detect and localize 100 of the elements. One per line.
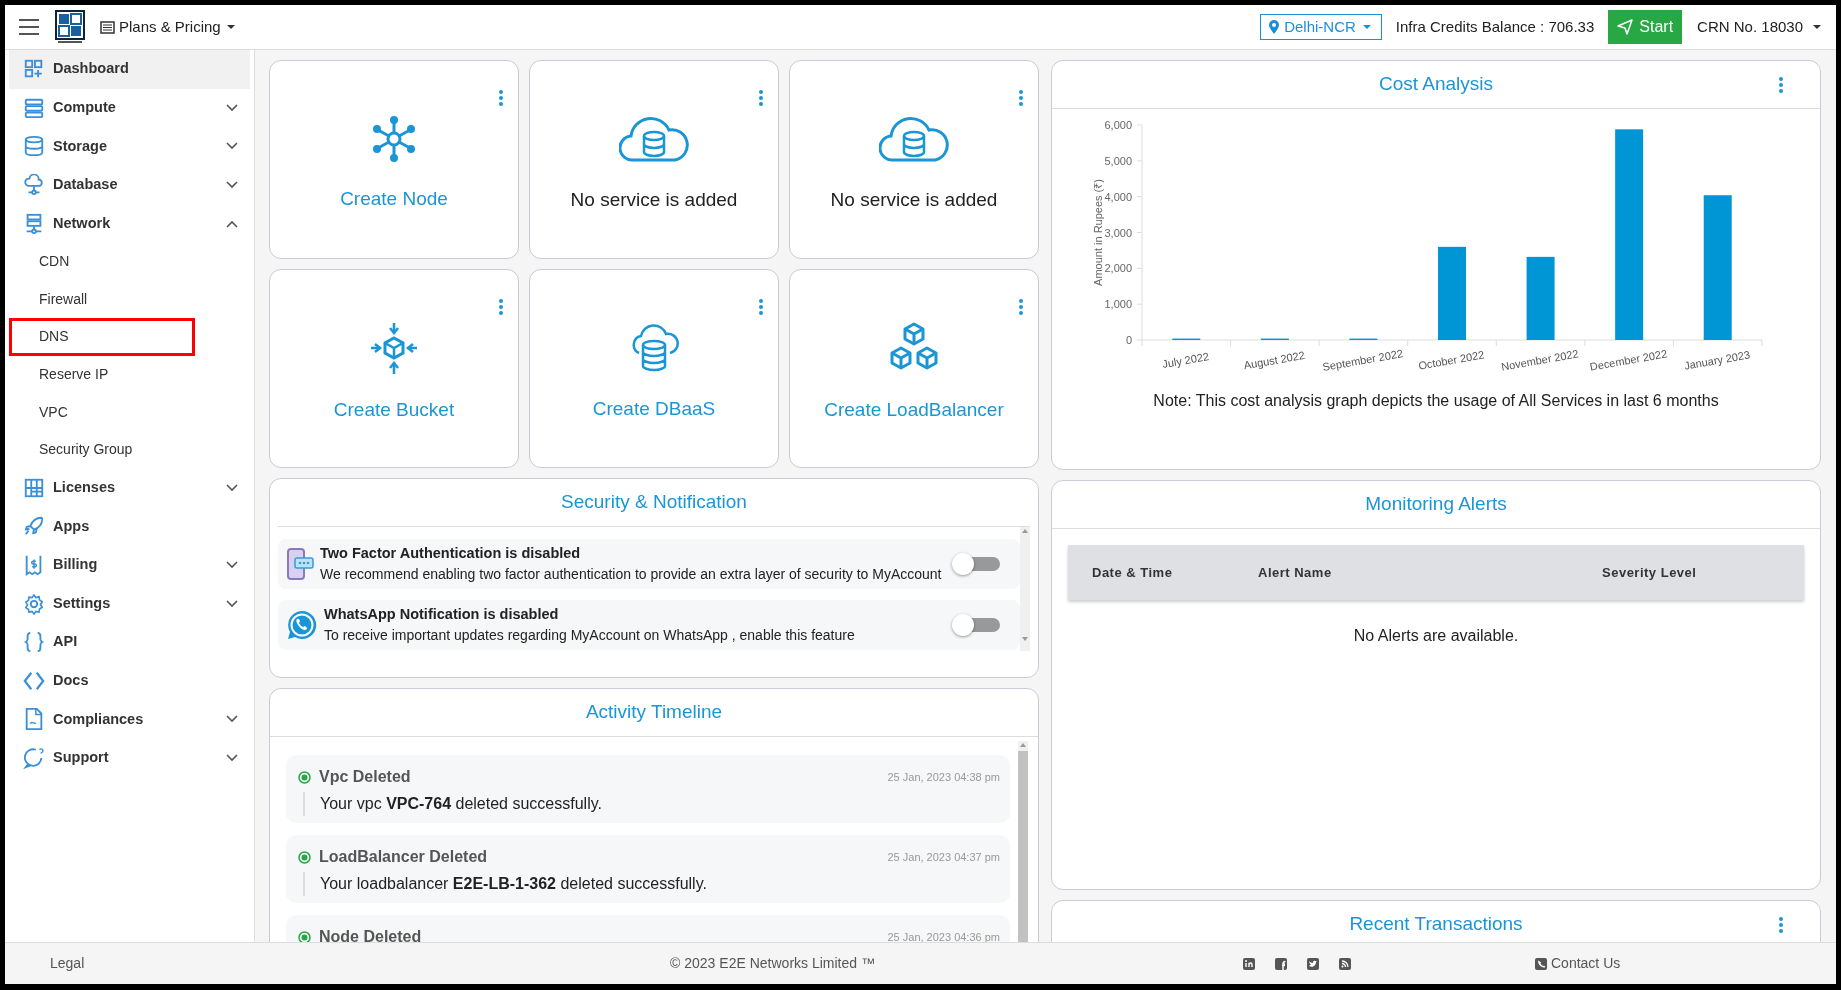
notice-title: WhatsApp Notification is disabled xyxy=(324,604,560,624)
braces-icon xyxy=(23,631,45,654)
rocket-icon xyxy=(23,515,45,538)
document-icon xyxy=(23,708,45,731)
sidebar-subitem[interactable]: DNS xyxy=(39,318,69,356)
sidebar-subitem[interactable]: VPC xyxy=(39,393,68,431)
twitter-icon[interactable] xyxy=(1306,956,1320,971)
axis-title: Amount in Rupees (₹) xyxy=(1092,179,1104,286)
timestamp: 25 Jan, 2023 04:37 pm xyxy=(887,849,1000,865)
account-menu[interactable]: CRN No. 18030 xyxy=(1696,14,1824,40)
sidebar-item[interactable]: Compliances xyxy=(9,700,250,739)
chevron-icon xyxy=(226,142,238,151)
sidebar-item[interactable]: Licenses xyxy=(9,468,250,508)
sidebar-item[interactable]: Dashboard xyxy=(9,50,250,89)
timestamp: 25 Jan, 2023 04:38 pm xyxy=(887,769,1000,785)
more-button[interactable] xyxy=(1778,76,1786,94)
more-button[interactable] xyxy=(1778,916,1786,934)
panel-title: Security & Notification xyxy=(561,490,747,515)
more-icon xyxy=(498,298,504,316)
settings-icon xyxy=(23,592,45,615)
cloud-database-icon xyxy=(629,323,679,374)
panel-title: Activity Timeline xyxy=(585,700,723,725)
notice-title: Two Factor Authentication is disabled xyxy=(320,543,582,563)
linkedin-icon[interactable] xyxy=(1242,956,1256,971)
column-header: Alert Name xyxy=(1258,563,1333,582)
sidebar-item[interactable]: Support xyxy=(9,738,250,778)
credits-balance: Infra Credits Balance : 706.33 xyxy=(1395,16,1595,37)
more-button[interactable] xyxy=(498,89,506,107)
phone-message-icon xyxy=(286,547,314,581)
scrollbar[interactable] xyxy=(1020,527,1030,651)
facebook-icon[interactable] xyxy=(1274,956,1288,971)
empty-message: No service is added xyxy=(830,188,998,213)
menu-icon[interactable] xyxy=(17,17,41,37)
more-button[interactable] xyxy=(1018,89,1026,107)
event-message: Your vpc VPC-764 deleted successfully. xyxy=(303,792,1000,816)
cloud-icon xyxy=(23,174,45,197)
sidebar-item[interactable]: Billing xyxy=(9,545,250,585)
scrollbar[interactable] xyxy=(1018,741,1028,942)
sidebar-subitem[interactable]: Firewall xyxy=(39,280,88,319)
service-card[interactable]: No service is added xyxy=(529,60,779,259)
table-icon xyxy=(23,476,45,499)
cloud-database-icon xyxy=(619,114,689,165)
panel-title: Cost Analysis xyxy=(1378,72,1493,97)
tick-label: 6,000 xyxy=(1104,119,1132,131)
phone-icon xyxy=(1535,957,1547,970)
bar[interactable] xyxy=(1526,256,1555,340)
more-button[interactable] xyxy=(758,89,766,107)
sidebar-item[interactable]: API xyxy=(9,622,250,662)
plans-menu[interactable]: Plans & Pricing xyxy=(99,14,238,40)
chevron-icon xyxy=(226,219,238,228)
event-message: Your loadbalancer E2E-LB-1-362 deleted successfully. xyxy=(303,872,1000,896)
category-label: December 2022 xyxy=(1588,347,1669,373)
more-icon xyxy=(498,89,504,107)
code-icon xyxy=(23,669,45,692)
company-link[interactable]: E2E Networks Limited ™ xyxy=(719,953,875,974)
region-selector[interactable]: Delhi-NCR xyxy=(1260,13,1382,41)
sidebar-item[interactable]: Storage xyxy=(9,127,250,166)
sidebar-item[interactable]: Compute xyxy=(9,88,250,128)
bar[interactable] xyxy=(1615,129,1644,340)
tick-label: 4,000 xyxy=(1104,190,1132,203)
chart-note: Note: This cost analysis graph depicts the usage of All Services in last 6 months xyxy=(1152,391,1720,411)
event-title: Node Deleted xyxy=(319,927,423,942)
sidebar-item[interactable]: Network xyxy=(9,204,250,243)
list-icon xyxy=(100,20,115,34)
rss-icon[interactable] xyxy=(1338,956,1352,971)
empty-message: No service is added xyxy=(570,188,738,213)
sidebar-subitem[interactable]: Reserve IP xyxy=(39,355,109,394)
send-icon xyxy=(1617,19,1634,35)
sidebar-subitem[interactable]: CDN xyxy=(39,242,70,281)
whatsapp-icon xyxy=(286,609,318,641)
notice-text: We recommend enabling two factor authentication to provide an extra layer of security to MyAccount xyxy=(320,565,943,585)
tick-label: 5,000 xyxy=(1104,154,1132,167)
sidebar-item[interactable]: Settings xyxy=(9,584,250,623)
category-label: July 2022 xyxy=(1161,350,1210,371)
tick-label: 0 xyxy=(1125,334,1132,346)
more-button[interactable] xyxy=(1018,298,1026,316)
category-label: November 2022 xyxy=(1500,347,1580,373)
category-label: August 2022 xyxy=(1242,348,1306,372)
more-icon xyxy=(1778,76,1784,94)
sidebar-item[interactable]: Apps xyxy=(9,507,250,546)
service-card[interactable]: No service is added xyxy=(789,60,1039,259)
logo-icon xyxy=(55,10,85,44)
bar[interactable] xyxy=(1703,195,1732,340)
server-icon xyxy=(23,96,45,119)
sidebar-item[interactable]: Database xyxy=(9,165,250,205)
category-label: October 2022 xyxy=(1417,348,1486,372)
more-button[interactable] xyxy=(498,298,506,316)
category-label: January 2023 xyxy=(1683,348,1751,372)
empty-message: No Alerts are available. xyxy=(1352,626,1520,646)
sidebar-item[interactable]: Docs xyxy=(9,661,250,701)
legal-link[interactable]: Legal xyxy=(50,953,85,974)
cloud-database-icon xyxy=(879,114,949,165)
category-label: September 2022 xyxy=(1321,347,1404,374)
sidebar-subitem[interactable]: Security Group xyxy=(39,430,133,469)
more-icon xyxy=(758,298,764,316)
panel-title: Recent Transactions xyxy=(1349,912,1523,937)
event-title: Vpc Deleted xyxy=(319,767,412,787)
contact-link[interactable]: Contact Us xyxy=(1535,953,1621,974)
more-button[interactable] xyxy=(758,298,766,316)
more-icon xyxy=(1018,89,1024,107)
